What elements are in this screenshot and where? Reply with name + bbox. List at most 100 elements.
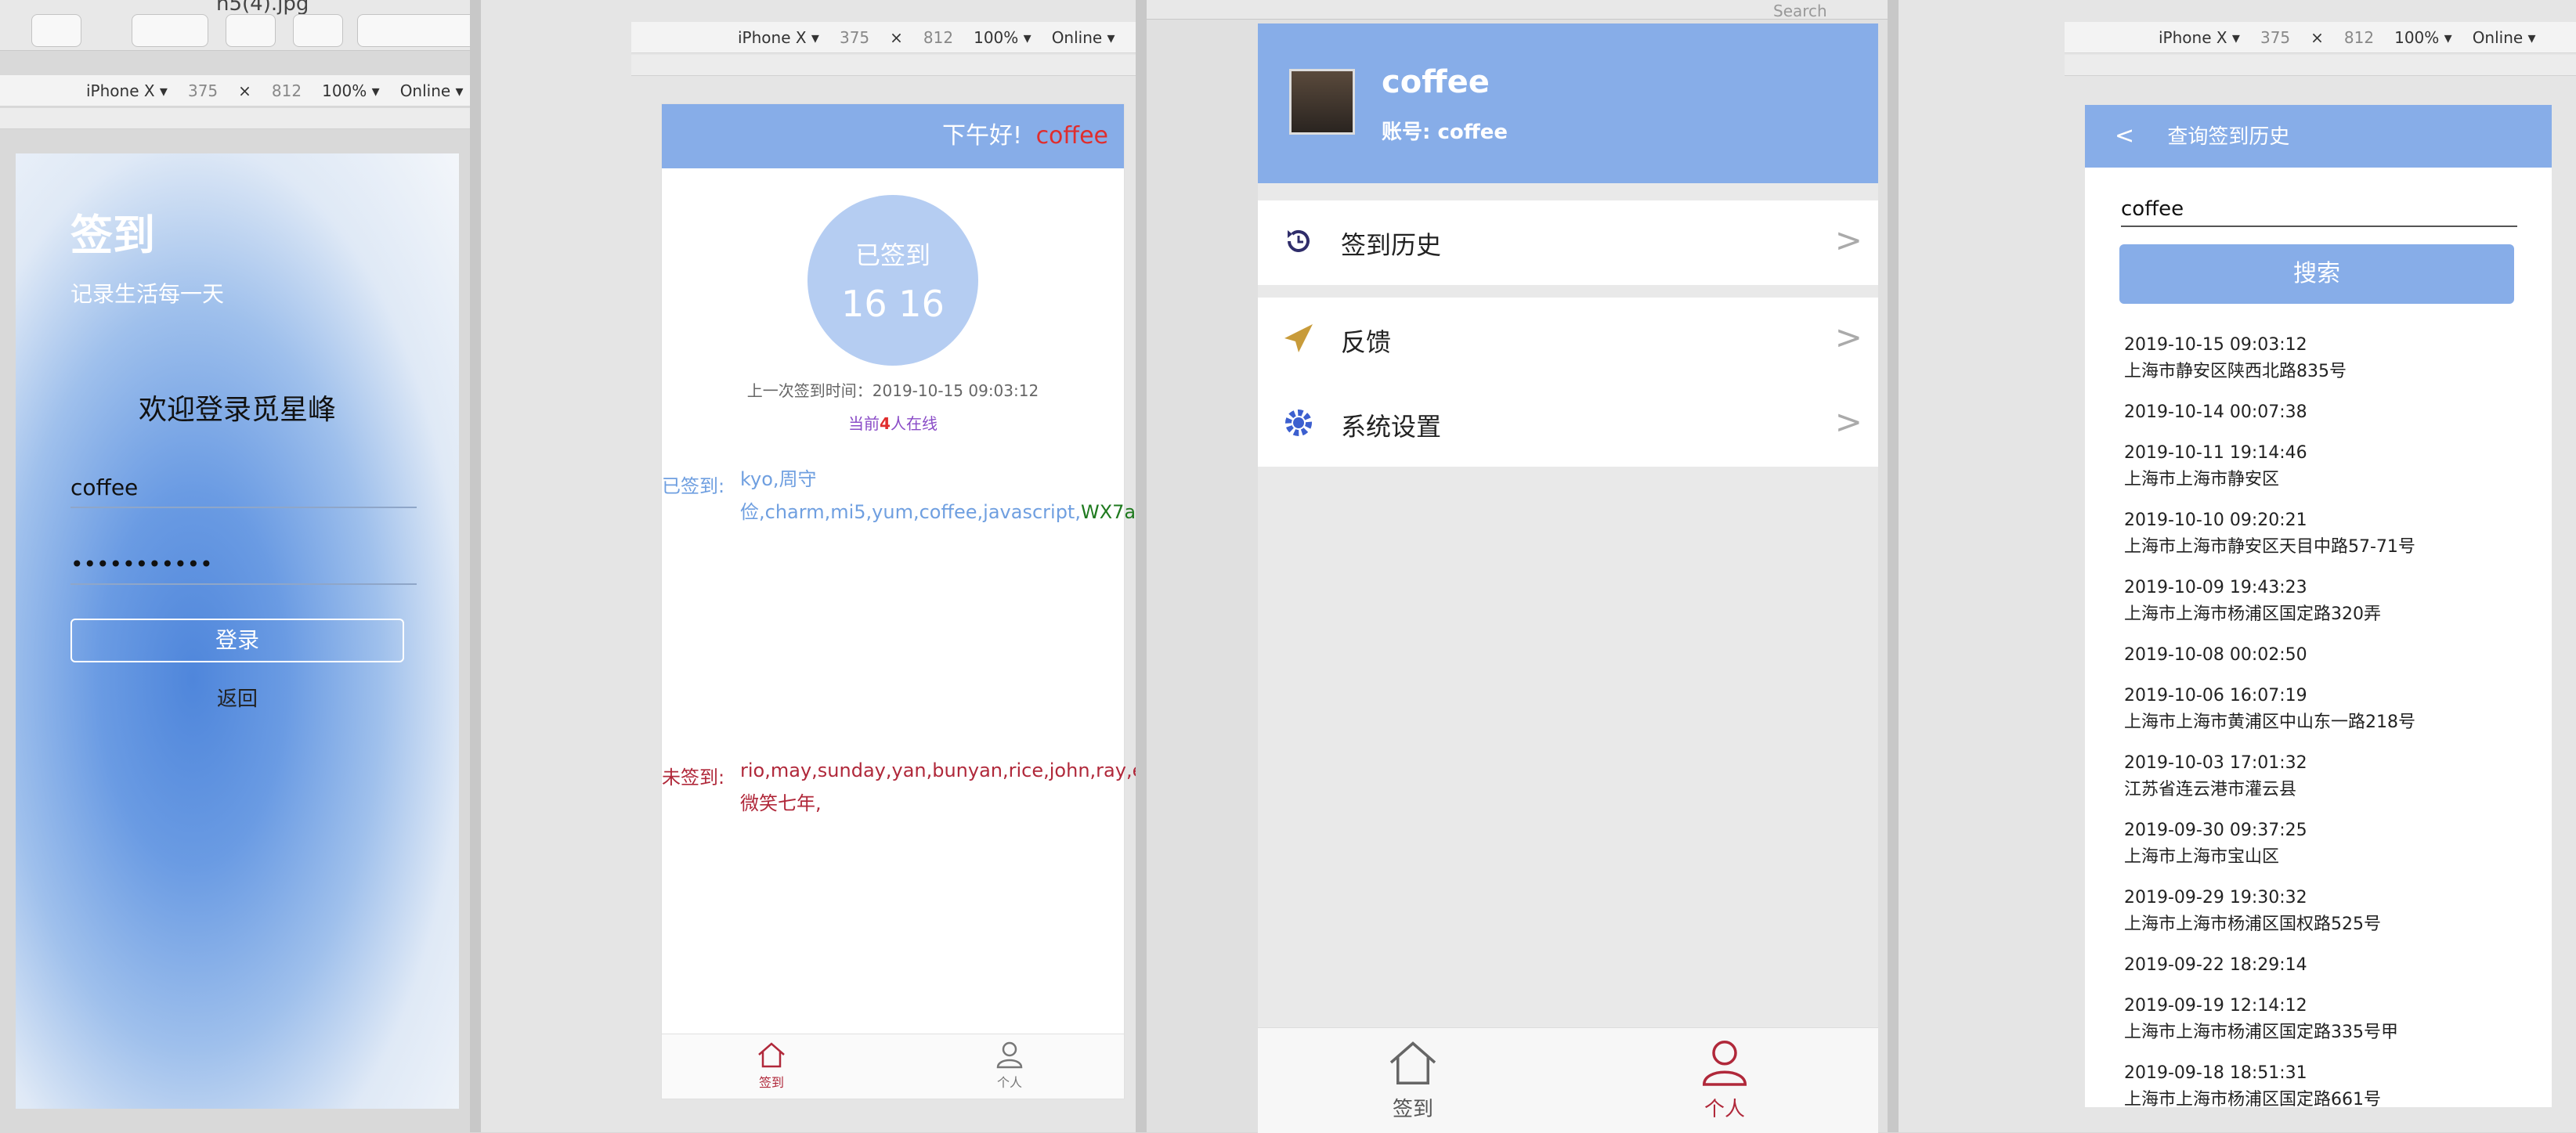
back-button[interactable]: < bbox=[2115, 122, 2134, 150]
window4-device-bar: iPhone X ▾ 375 × 812 100% ▾ Online ▾ bbox=[2065, 22, 2576, 53]
device-select[interactable]: iPhone X ▾ bbox=[2159, 28, 2240, 47]
height-input[interactable]: 812 bbox=[923, 28, 953, 47]
tab-bar: 签到 个人 bbox=[1258, 1027, 1878, 1133]
menu-item-history[interactable]: 签到历史 > bbox=[1258, 200, 1878, 285]
menu-item-label: 系统设置 bbox=[1341, 412, 1442, 442]
device-select[interactable]: iPhone X ▾ bbox=[86, 81, 168, 100]
history-time: 2019-09-18 18:51:31 bbox=[2124, 1063, 2307, 1083]
search-input[interactable]: coffee bbox=[2121, 197, 2517, 227]
tab-signin-label: 签到 bbox=[1392, 1098, 1433, 1121]
toolbox-button[interactable] bbox=[293, 14, 343, 47]
user-name: coffee, bbox=[919, 501, 984, 523]
window1-title: h5(4).jpg bbox=[216, 0, 309, 16]
history-screen: < 查询签到历史 coffee 搜索 2019-10-15 09:03:12 上海… bbox=[2085, 105, 2552, 1110]
times-sign: × bbox=[890, 27, 903, 47]
user-name: mi5, bbox=[830, 501, 873, 523]
user-name: yum, bbox=[872, 501, 919, 523]
tab-profile-label: 个人 bbox=[996, 1075, 1022, 1090]
user-icon bbox=[1702, 1041, 1747, 1086]
network-select[interactable]: Online ▾ bbox=[2473, 28, 2536, 47]
zoom-select[interactable]: 100% ▾ bbox=[2394, 28, 2452, 47]
username-field[interactable]: coffee bbox=[70, 474, 417, 508]
history-item: 2019-09-30 09:37:25 上海市上海市宝山区 bbox=[2124, 817, 2531, 871]
width-input[interactable]: 375 bbox=[188, 81, 218, 100]
history-title: 查询签到历史 bbox=[2167, 125, 2290, 149]
history-time: 2019-10-10 09:20:21 bbox=[2124, 511, 2307, 530]
zoom-select[interactable]: 100% ▾ bbox=[974, 28, 1031, 47]
history-place: 上海市上海市杨浦区国定路320弄 bbox=[2124, 604, 2381, 624]
user-name: kyo, bbox=[740, 468, 779, 490]
history-place: 上海市上海市宝山区 bbox=[2124, 847, 2280, 867]
online-suffix: 人在线 bbox=[890, 414, 938, 433]
share-button[interactable] bbox=[31, 14, 81, 47]
menu-item-settings[interactable]: 系统设置 > bbox=[1258, 382, 1878, 467]
history-time: 2019-09-30 09:37:25 bbox=[2124, 821, 2307, 840]
height-input[interactable]: 812 bbox=[272, 81, 302, 100]
history-item: 2019-09-22 18:29:14 bbox=[2124, 952, 2531, 979]
tab-profile[interactable]: 个人 bbox=[1662, 1037, 1787, 1122]
history-time: 2019-10-15 09:03:12 bbox=[2124, 335, 2307, 355]
history-time: 2019-09-19 12:14:12 bbox=[2124, 996, 2307, 1016]
menu-item-label: 签到历史 bbox=[1341, 230, 1442, 260]
tab-signin[interactable]: 签到 bbox=[1350, 1037, 1476, 1122]
tab-signin[interactable]: 签到 bbox=[724, 1041, 818, 1091]
times-sign: × bbox=[2310, 27, 2324, 47]
profile-name: coffee bbox=[1382, 64, 1490, 100]
history-list: 2019-10-15 09:03:12 上海市静安区陕西北路835号 2019-10… bbox=[2124, 332, 2531, 1128]
signin-status: 已签到 bbox=[854, 240, 930, 270]
history-time: 2019-10-09 19:43:23 bbox=[2124, 578, 2307, 597]
online-prefix: 当前 bbox=[848, 414, 880, 433]
user-icon bbox=[996, 1041, 1023, 1069]
markup-button[interactable] bbox=[132, 14, 208, 47]
history-item: 2019-10-15 09:03:12 上海市静安区陕西北路835号 bbox=[2124, 332, 2531, 385]
user-name: bunyan, bbox=[932, 760, 1009, 781]
tab-signin-label: 签到 bbox=[758, 1075, 784, 1090]
height-input[interactable]: 812 bbox=[2344, 28, 2374, 47]
back-link[interactable]: 返回 bbox=[16, 683, 459, 712]
user-name: javascript, bbox=[983, 501, 1081, 523]
history-place: 上海市上海市杨浦区国定路335号甲 bbox=[2124, 1023, 2398, 1042]
login-screen: 签到 记录生活每一天 欢迎登录觅星峰 coffee ••••••••••• 登录… bbox=[16, 153, 459, 1109]
history-item: 2019-10-10 09:20:21 上海市上海市静安区天目中路57-71号 bbox=[2124, 507, 2531, 561]
history-icon bbox=[1288, 229, 1310, 252]
profile-header: coffee 账号: coffee bbox=[1258, 23, 1878, 183]
history-header: < 查询签到历史 bbox=[2085, 105, 2552, 168]
history-item: 2019-10-08 00:02:50 bbox=[2124, 642, 2531, 669]
signin-time: 16 16 bbox=[841, 283, 945, 325]
profile-screen: coffee 账号: coffee 签到历史 > 反馈 > 系统设置 > 签到 … bbox=[1258, 23, 1878, 1133]
width-input[interactable]: 375 bbox=[840, 28, 869, 47]
tab-profile[interactable]: 个人 bbox=[963, 1041, 1057, 1091]
window4-ruler bbox=[2065, 55, 2576, 76]
rotate-button[interactable] bbox=[226, 14, 276, 47]
window-divider bbox=[1888, 0, 1899, 1132]
device-select[interactable]: iPhone X ▾ bbox=[738, 28, 819, 47]
history-time: 2019-10-06 16:07:19 bbox=[2124, 686, 2307, 705]
network-select[interactable]: Online ▾ bbox=[400, 81, 464, 100]
window3-toolbar: Search bbox=[1147, 0, 1899, 20]
search-field[interactable]: Search bbox=[1773, 2, 1827, 20]
zoom-select[interactable]: 100% ▾ bbox=[322, 81, 380, 100]
times-sign: × bbox=[238, 81, 251, 100]
history-place: 上海市上海市杨浦区国定路661号 bbox=[2124, 1090, 2381, 1110]
signed-names: kyo,周守俭,charm,mi5,yum,coffee,javascript,… bbox=[740, 463, 1375, 529]
chevron-right-icon: > bbox=[1834, 221, 1862, 259]
search-button[interactable]: 搜索 bbox=[2119, 244, 2514, 304]
network-select[interactable]: Online ▾ bbox=[1052, 28, 1115, 47]
unsigned-names: rio,may,sunday,yan,bunyan,rice,john,ray,… bbox=[740, 754, 1451, 820]
window2-device-bar: iPhone X ▾ 375 × 812 100% ▾ Online ▾ bbox=[631, 22, 1136, 53]
gear-icon bbox=[1285, 410, 1312, 436]
search-field[interactable] bbox=[357, 14, 476, 47]
menu-item-feedback[interactable]: 反馈 > bbox=[1258, 298, 1878, 382]
password-field[interactable]: ••••••••••• bbox=[70, 551, 417, 585]
history-time: 2019-10-11 19:14:46 bbox=[2124, 443, 2307, 463]
window2-ruler bbox=[631, 55, 1136, 76]
user-name: ray, bbox=[1096, 760, 1133, 781]
avatar[interactable] bbox=[1289, 69, 1355, 135]
signin-circle[interactable]: 已签到 16 16 bbox=[807, 195, 978, 366]
welcome-text: 欢迎登录觅星峰 bbox=[138, 394, 336, 426]
history-place: 上海市上海市黄浦区中山东一路218号 bbox=[2124, 713, 2415, 732]
history-place: 上海市上海市杨浦区国权路525号 bbox=[2124, 915, 2381, 934]
login-button[interactable]: 登录 bbox=[70, 619, 404, 662]
width-input[interactable]: 375 bbox=[2260, 28, 2290, 47]
chevron-right-icon: > bbox=[1834, 402, 1862, 441]
